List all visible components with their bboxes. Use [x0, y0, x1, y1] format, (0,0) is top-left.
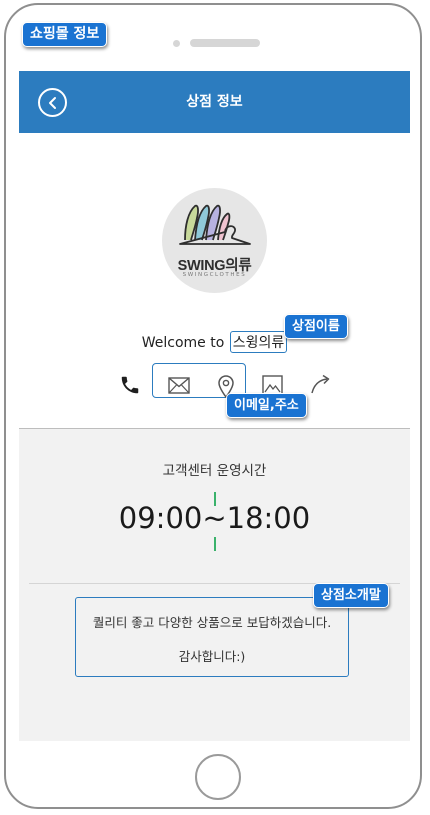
annotation-email-address-tag: 이메일,주소 — [226, 393, 307, 418]
intro-line-1: 퀄리티 좋고 다양한 상품으로 보답하겠습니다. — [92, 615, 332, 630]
hours-label: 고객센터 운영시간 — [162, 463, 267, 479]
mail-icon[interactable] — [168, 377, 190, 394]
camera-dot — [173, 40, 180, 47]
store-intro-box: 퀄리티 좋고 다양한 상품으로 보답하겠습니다. 감사합니다:) — [75, 597, 349, 677]
hours-tick-bottom — [214, 537, 216, 551]
share-icon[interactable] — [309, 373, 333, 395]
app-bar: 상점 정보 — [19, 71, 410, 133]
logo-tagline: SWINGCLOTHES — [182, 272, 247, 278]
phone-icon[interactable] — [119, 374, 141, 396]
welcome-prefix: Welcome to — [141, 335, 225, 351]
welcome-line: Welcome to 스윙의류 — [19, 331, 410, 353]
annotation-page-tag: 쇼핑몰 정보 — [22, 22, 108, 47]
contact-icon-row — [19, 373, 410, 399]
home-button[interactable] — [195, 754, 241, 800]
store-logo: SWING의류 SWINGCLOTHES — [162, 188, 267, 293]
intro-line-2: 감사합니다:) — [178, 649, 246, 664]
page-title: 상점 정보 — [186, 94, 243, 110]
store-name: 스윙의류 — [229, 331, 288, 353]
hours-value: 09:00~18:00 — [118, 501, 311, 535]
hanger-logo-icon — [179, 204, 251, 245]
annotation-store-intro-tag: 상점소개말 — [313, 583, 389, 608]
app-screen: 상점 정보 SWING의류 SWINGCLOTHES Welcome to 스윙… — [19, 71, 410, 741]
speaker-slot — [190, 39, 260, 47]
annotation-store-name-tag: 상점이름 — [284, 314, 348, 339]
